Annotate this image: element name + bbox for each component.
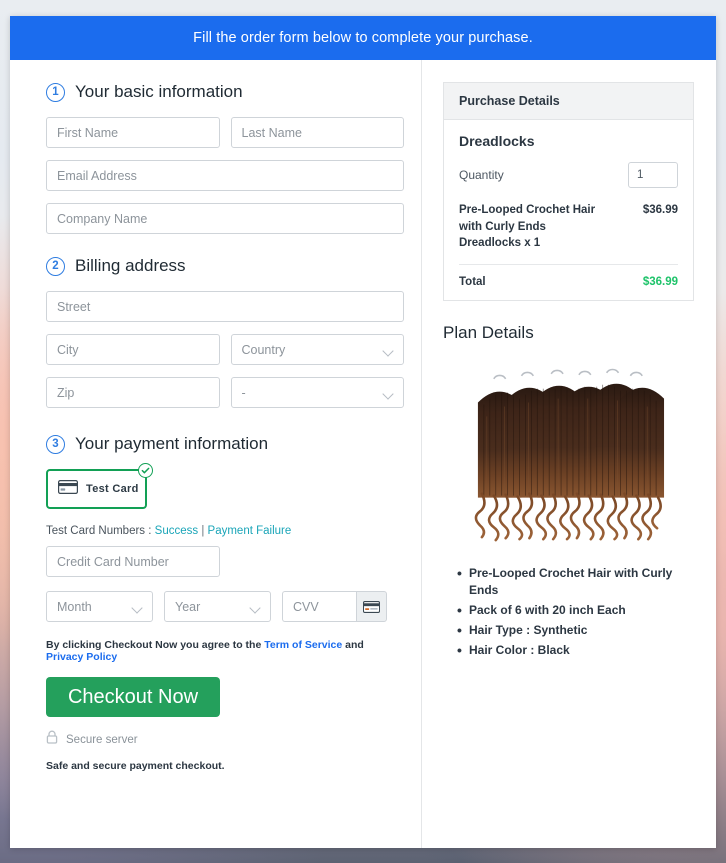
city-input[interactable]: City xyxy=(46,334,220,365)
name-row: First Name Last Name xyxy=(46,117,404,148)
country-select[interactable]: Country xyxy=(230,334,404,365)
plan-product-image-wrapper xyxy=(443,357,694,555)
expiry-year-select[interactable]: Year xyxy=(164,591,271,622)
quantity-label: Quantity xyxy=(459,168,504,182)
purchase-details-heading: Purchase Details xyxy=(444,83,693,120)
step-title-payment-information: Your payment information xyxy=(75,434,269,453)
test-card-label: Test Card xyxy=(86,483,139,495)
cvv-group: CVV xyxy=(282,591,387,622)
cvv-input[interactable]: CVV xyxy=(282,591,356,622)
purchase-details-body: Dreadlocks Quantity Pre-Looped Crochet H… xyxy=(444,120,693,300)
terms-agreement-text: By clicking Checkout Now you agree to th… xyxy=(46,639,404,663)
list-item: Pre-Looped Crochet Hair with Curly Ends xyxy=(457,564,694,599)
expiry-month-select[interactable]: Month xyxy=(46,591,153,622)
street-row: Street xyxy=(46,291,404,322)
credit-card-icon xyxy=(58,479,78,499)
checkout-card: Fill the order form below to complete yo… xyxy=(10,16,716,848)
test-card-option[interactable]: Test Card xyxy=(46,463,153,509)
step-number-2-icon: 2 xyxy=(46,256,65,276)
total-value: $36.99 xyxy=(642,276,678,289)
company-row: Company Name xyxy=(46,203,404,234)
success-test-card-link[interactable]: Success xyxy=(155,525,198,537)
street-input[interactable]: Street xyxy=(46,291,404,322)
checkout-now-button[interactable]: Checkout Now xyxy=(46,677,220,717)
step-number-1-icon: 1 xyxy=(46,82,65,102)
last-name-input[interactable]: Last Name xyxy=(230,117,404,148)
first-name-input[interactable]: First Name xyxy=(46,117,220,148)
link-separator: | xyxy=(201,525,205,537)
quantity-row: Quantity xyxy=(459,162,678,188)
order-form-column: 1 Your basic information First Name Last… xyxy=(10,60,422,848)
step-number-3-icon: 3 xyxy=(46,434,65,454)
total-label: Total xyxy=(459,276,486,289)
privacy-policy-link[interactable]: Privacy Policy xyxy=(46,651,117,663)
plan-details-heading: Plan Details xyxy=(443,323,534,343)
summary-column: Purchase Details Dreadlocks Quantity Pre… xyxy=(422,60,715,848)
step-heading-billing-address: 2 Billing address xyxy=(46,256,404,276)
credit-card-number-input[interactable]: Credit Card Number xyxy=(46,546,220,577)
list-item: Hair Type : Synthetic xyxy=(457,621,694,641)
company-name-input[interactable]: Company Name xyxy=(46,203,404,234)
checkout-body: 1 Your basic information First Name Last… xyxy=(10,60,716,848)
payment-failure-test-card-link[interactable]: Payment Failure xyxy=(208,525,292,537)
selected-check-icon xyxy=(138,463,153,478)
test-card-numbers-hint: Test Card Numbers : Success | Payment Fa… xyxy=(46,525,404,537)
step-title-basic-information: Your basic information xyxy=(75,82,243,101)
test-card-numbers-label: Test Card Numbers : xyxy=(46,525,152,537)
zip-input[interactable]: Zip xyxy=(46,377,220,408)
line-item-description: Pre-Looped Crochet Hair with Curly Ends … xyxy=(459,204,596,250)
line-item-price: $36.99 xyxy=(642,204,678,216)
dreadlocks-product-image xyxy=(474,368,664,542)
banner-text: Fill the order form below to complete yo… xyxy=(193,30,533,46)
step-title-billing-address: Billing address xyxy=(75,256,186,275)
secure-server-notice: Secure server xyxy=(46,730,404,749)
purchase-product-name: Dreadlocks xyxy=(459,133,535,149)
zip-state-row: Zip - xyxy=(46,377,404,408)
city-country-row: City Country xyxy=(46,334,404,365)
email-row: Email Address xyxy=(46,160,404,191)
terms-prefix: By clicking Checkout Now you agree to th… xyxy=(46,639,262,651)
expiry-cvv-row: Month Year CVV xyxy=(46,591,404,622)
safe-checkout-note: Safe and secure payment checkout. xyxy=(46,760,225,772)
state-select[interactable]: - xyxy=(230,377,404,408)
email-input[interactable]: Email Address xyxy=(46,160,404,191)
lock-icon xyxy=(46,730,58,749)
step-heading-basic-information: 1 Your basic information xyxy=(46,82,404,102)
line-item-row: Pre-Looped Crochet Hair with Curly Ends … xyxy=(459,202,678,266)
step-heading-payment-information: 3 Your payment information xyxy=(46,434,404,454)
quantity-input[interactable] xyxy=(628,162,678,188)
terms-conjunction: and xyxy=(345,639,364,651)
purchase-details-panel: Purchase Details Dreadlocks Quantity Pre… xyxy=(443,82,694,302)
list-item: Pack of 6 with 20 inch Each xyxy=(457,601,694,621)
secure-server-text: Secure server xyxy=(66,733,138,746)
credit-card-row: Credit Card Number xyxy=(46,546,404,577)
cvv-card-icon xyxy=(356,591,387,622)
term-of-service-link[interactable]: Term of Service xyxy=(264,639,342,651)
plan-feature-list: Pre-Looped Crochet Hair with Curly Ends … xyxy=(443,564,694,661)
list-item: Hair Color : Black xyxy=(457,641,694,661)
page-banner: Fill the order form below to complete yo… xyxy=(10,16,716,60)
total-row: Total $36.99 xyxy=(459,265,678,288)
